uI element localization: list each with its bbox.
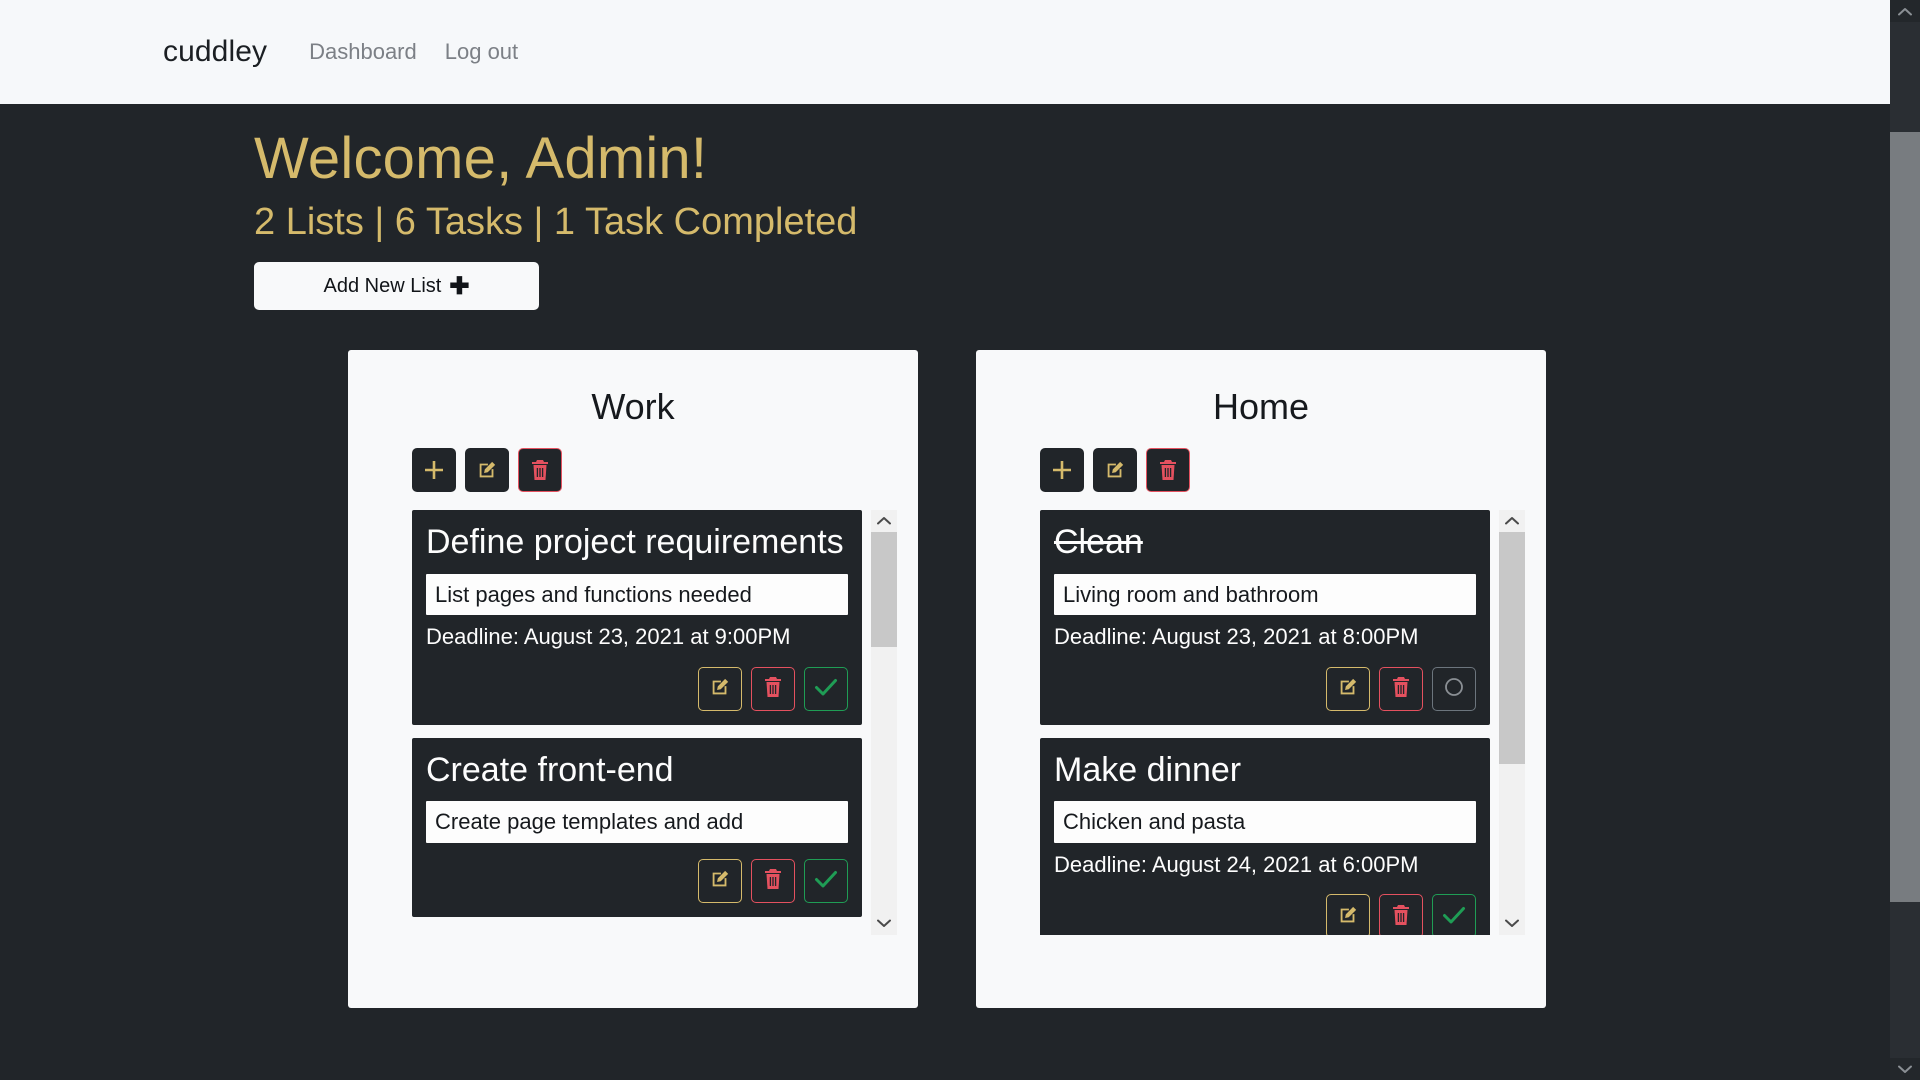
task-description[interactable]: Create page templates and add bbox=[426, 801, 848, 843]
tasks-scroll-region: Define project requirements List pages a… bbox=[412, 509, 897, 935]
page-scroll-down-arrow-icon[interactable] bbox=[1890, 1058, 1920, 1080]
pencil-square-icon bbox=[709, 868, 731, 893]
add-task-button[interactable] bbox=[412, 447, 456, 492]
task-actions bbox=[1054, 894, 1476, 935]
task-deadline: Deadline: August 24, 2021 at 6:00PM bbox=[1054, 851, 1419, 877]
trash-icon bbox=[1391, 676, 1411, 701]
edit-list-button[interactable] bbox=[1093, 447, 1137, 492]
nav-link-logout[interactable]: Log out bbox=[445, 39, 518, 65]
page-scrollbar-thumb[interactable] bbox=[1890, 132, 1920, 902]
pencil-square-icon bbox=[476, 459, 498, 481]
task-title: Make dinner bbox=[1054, 750, 1242, 789]
edit-list-button[interactable] bbox=[465, 447, 509, 492]
task-card: Clean Living room and bathroom Deadline:… bbox=[1040, 509, 1490, 725]
page-scroll-up-arrow-icon[interactable] bbox=[1890, 0, 1920, 22]
brand-logo[interactable]: cuddley bbox=[163, 35, 267, 69]
delete-task-button[interactable] bbox=[1379, 666, 1423, 711]
tasks-scrollbar[interactable] bbox=[1499, 509, 1525, 935]
complete-task-button[interactable] bbox=[1432, 894, 1476, 935]
nav-link-dashboard[interactable]: Dashboard bbox=[309, 39, 417, 65]
task-title: Define project requirements bbox=[426, 522, 844, 561]
scroll-down-arrow-icon[interactable] bbox=[1499, 912, 1525, 935]
pencil-square-icon bbox=[1337, 676, 1359, 701]
task-description[interactable]: Living room and bathroom bbox=[1054, 573, 1476, 616]
scrollbar-thumb[interactable] bbox=[1499, 531, 1525, 764]
trash-icon bbox=[1158, 459, 1178, 481]
delete-list-button[interactable] bbox=[1146, 447, 1190, 492]
delete-task-button[interactable] bbox=[1379, 894, 1423, 935]
circle-icon bbox=[1443, 676, 1465, 701]
task-description[interactable]: Chicken and pasta bbox=[1054, 801, 1476, 843]
plus-icon bbox=[423, 459, 445, 481]
pencil-square-icon bbox=[1104, 459, 1126, 481]
tasks-list: Clean Living room and bathroom Deadline:… bbox=[1040, 509, 1490, 935]
check-icon bbox=[1442, 905, 1466, 928]
tasks-scroll-region: Clean Living room and bathroom Deadline:… bbox=[1040, 509, 1525, 935]
page-scrollbar[interactable] bbox=[1890, 0, 1920, 1080]
lists-container: Work Define project requirements List pa… bbox=[0, 310, 1890, 1009]
task-actions bbox=[426, 858, 848, 903]
scroll-up-arrow-icon[interactable] bbox=[1499, 509, 1525, 532]
complete-task-button[interactable] bbox=[804, 858, 848, 903]
task-title: Create front-end bbox=[426, 750, 674, 789]
tasks-list: Define project requirements List pages a… bbox=[412, 509, 862, 935]
task-title: Clean bbox=[1054, 522, 1143, 561]
trash-icon bbox=[763, 676, 783, 701]
edit-task-button[interactable] bbox=[1326, 894, 1370, 935]
check-icon bbox=[814, 869, 838, 892]
page-viewport: cuddley Dashboard Log out Welcome, Admin… bbox=[0, 0, 1890, 1080]
plus-icon bbox=[1051, 459, 1073, 481]
task-card: Create front-end Create page templates a… bbox=[412, 737, 862, 917]
hero-section: Welcome, Admin! 2 Lists | 6 Tasks | 1 Ta… bbox=[0, 104, 1890, 311]
task-card: Define project requirements List pages a… bbox=[412, 509, 862, 725]
edit-task-button[interactable] bbox=[1326, 666, 1370, 711]
list-toolbar bbox=[412, 447, 896, 492]
add-task-button[interactable] bbox=[1040, 447, 1084, 492]
task-actions bbox=[426, 666, 848, 711]
scroll-up-arrow-icon[interactable] bbox=[871, 509, 897, 532]
pencil-square-icon bbox=[709, 676, 731, 701]
stats-summary: 2 Lists | 6 Tasks | 1 Task Completed bbox=[254, 200, 858, 243]
scroll-down-arrow-icon[interactable] bbox=[871, 912, 897, 935]
delete-task-button[interactable] bbox=[751, 666, 795, 711]
task-deadline: Deadline: August 23, 2021 at 9:00PM bbox=[426, 624, 791, 650]
pencil-square-icon bbox=[1337, 904, 1359, 929]
delete-list-button[interactable] bbox=[518, 447, 562, 492]
list-card-home: Home Clean Living room and bathroom Dead… bbox=[976, 350, 1546, 1009]
delete-task-button[interactable] bbox=[751, 858, 795, 903]
trash-icon bbox=[763, 868, 783, 893]
page-title: Welcome, Admin! bbox=[254, 126, 708, 191]
check-icon bbox=[814, 677, 838, 700]
trash-icon bbox=[1391, 904, 1411, 929]
list-title: Home bbox=[1212, 386, 1310, 428]
scrollbar-thumb[interactable] bbox=[871, 531, 897, 647]
task-card: Make dinner Chicken and pasta Deadline: … bbox=[1040, 737, 1490, 935]
task-actions bbox=[1054, 666, 1476, 711]
incomplete-task-button[interactable] bbox=[1432, 666, 1476, 711]
trash-icon bbox=[530, 459, 550, 481]
complete-task-button[interactable] bbox=[804, 666, 848, 711]
edit-task-button[interactable] bbox=[698, 666, 742, 711]
list-card-work: Work Define project requirements List pa… bbox=[348, 350, 918, 1009]
navbar: cuddley Dashboard Log out bbox=[0, 0, 1890, 104]
task-description[interactable]: List pages and functions needed bbox=[426, 573, 848, 616]
tasks-scrollbar[interactable] bbox=[871, 509, 897, 935]
list-title: Work bbox=[591, 386, 675, 428]
task-deadline: Deadline: August 23, 2021 at 8:00PM bbox=[1054, 624, 1419, 650]
add-new-list-label: Add New List bbox=[323, 274, 442, 297]
edit-task-button[interactable] bbox=[698, 858, 742, 903]
list-toolbar bbox=[1040, 447, 1524, 492]
add-new-list-button[interactable]: Add New List ✚ bbox=[254, 262, 539, 311]
